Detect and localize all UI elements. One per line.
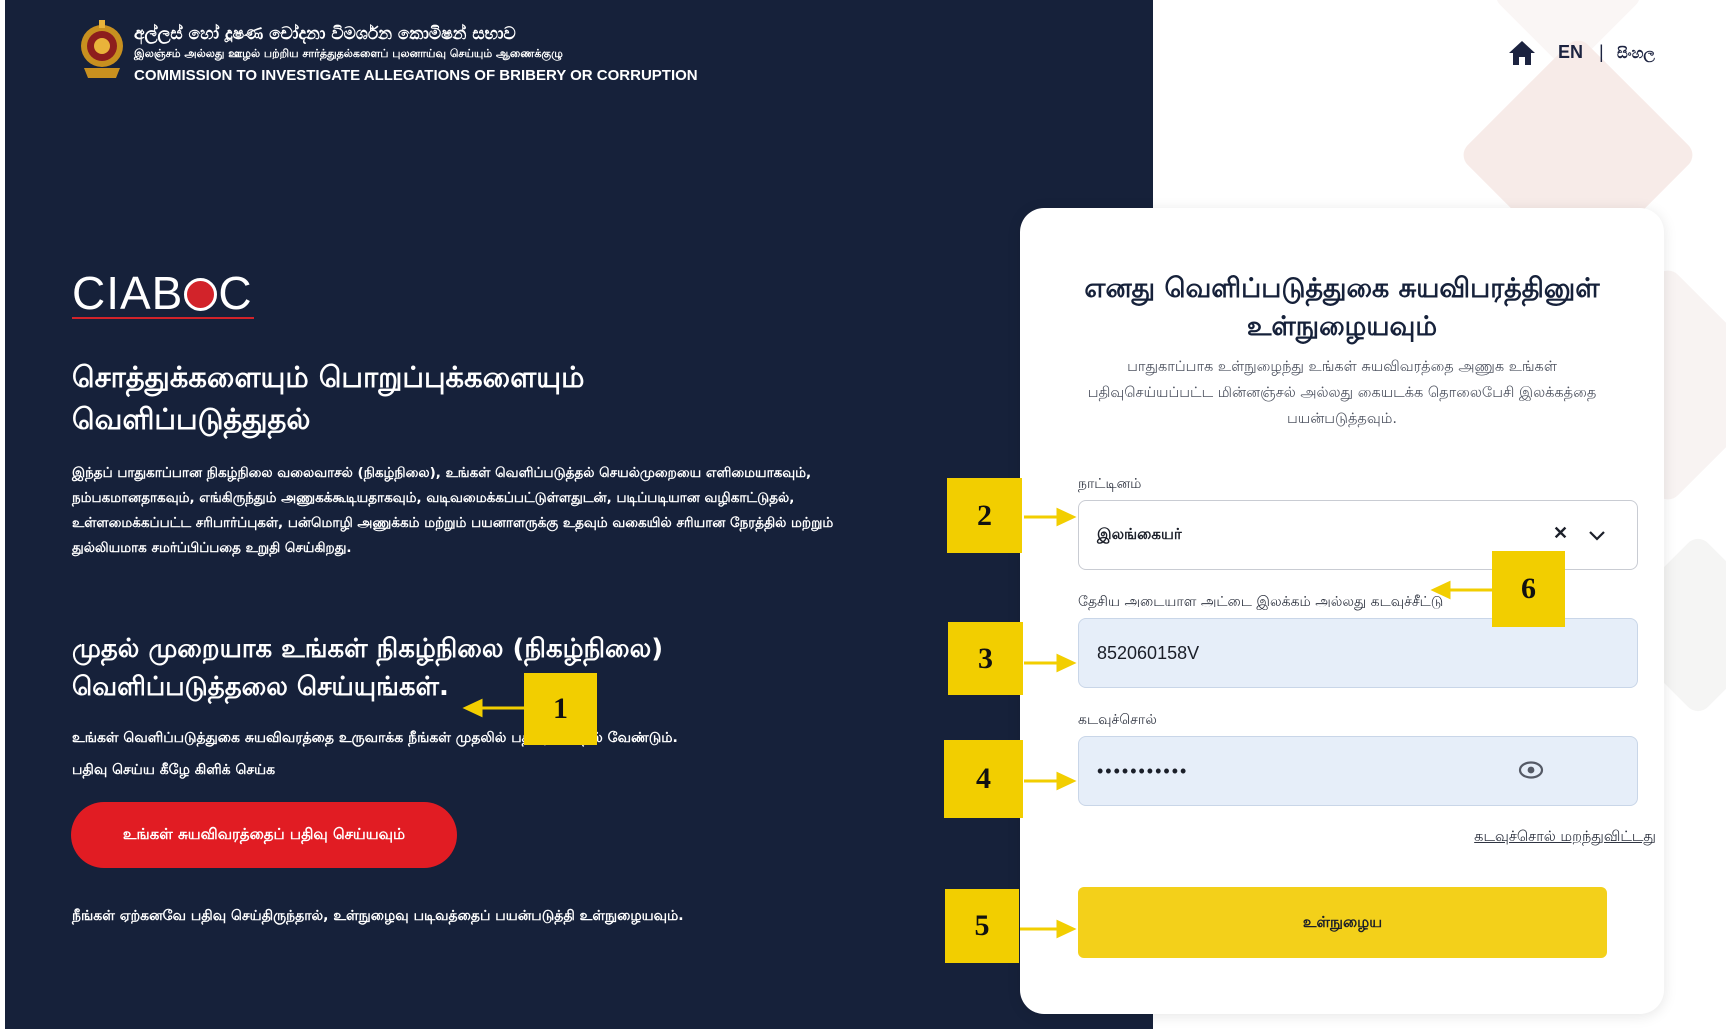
logo-text-prefix: CIAB (72, 267, 184, 319)
logo-underline (72, 317, 254, 319)
forgot-password-link[interactable]: கடவுச்சொல் மறந்துவிட்டது (1382, 829, 1656, 847)
annotation-marker-2: 2 (947, 478, 1022, 553)
logo-text-suffix: C (218, 267, 253, 319)
nic-input[interactable] (1078, 618, 1638, 688)
password-input[interactable] (1078, 736, 1638, 806)
annotation-marker-4: 4 (944, 740, 1023, 818)
annotation-marker-3: 3 (948, 622, 1023, 695)
org-name-tamil: இலஞ்சம் அல்லது ஊழல் பற்றிய சார்த்துதல்கள… (134, 47, 563, 60)
lang-separator: | (1599, 42, 1604, 62)
first-time-heading: முதல் முறையாக உங்கள் நிகழ்நிலை (நிகழ்நில… (72, 634, 664, 702)
eye-icon[interactable] (1518, 760, 1544, 780)
already-registered-text: நீங்கள் ஏற்கனவே பதிவு செய்திருந்தால், உள… (72, 908, 684, 924)
login-title: எனது வெளிப்படுத்துகை சுயவிபரத்தினுள் உள்… (1084, 273, 1600, 342)
login-subtitle: பாதுகாப்பாக உள்நுழைந்து உங்கள் சுயவிவரத்… (1087, 359, 1597, 427)
logo-dot-icon (184, 278, 218, 311)
login-button[interactable]: உள்நுழைய (1078, 887, 1607, 958)
ciaboc-logo: CIAB C (72, 270, 253, 316)
home-icon[interactable] (1508, 40, 1536, 66)
annotation-marker-6: 6 (1492, 551, 1565, 627)
chevron-down-icon[interactable] (1587, 525, 1607, 545)
nationality-label: நாட்டினம் (1078, 476, 1142, 492)
register-instructions: உங்கள் வெளிப்படுத்துகை சுயவிவரத்தை உருவா… (72, 722, 852, 786)
nationality-value: இலங்கையர் (1097, 525, 1182, 543)
clear-icon[interactable]: ✕ (1553, 523, 1568, 544)
register-button[interactable]: உங்கள் சுயவிவரத்தைப் பதிவு செய்யவும் (71, 802, 457, 868)
emblem-icon (81, 20, 123, 78)
intro-paragraph: இந்தப் பாதுகாப்பான நிகழ்நிலை வலைவாசல் (ந… (72, 465, 834, 556)
password-label: கடவுச்சொல் (1078, 712, 1157, 728)
register-text-2: பதிவு செய்ய கீழே கிளிக் செய்க (72, 762, 276, 778)
page-heading: சொத்துக்களையும் பொறுப்புக்களையும் வெளிப்… (72, 360, 585, 436)
org-name-english: COMMISSION TO INVESTIGATE ALLEGATIONS OF… (134, 67, 698, 84)
lang-en-link[interactable]: EN (1558, 42, 1583, 63)
org-name-sinhala: අල්ලස් හෝ දූෂණ චෝදනා විමර්ශන කොමිෂන් සභා… (134, 24, 516, 44)
register-text-1: உங்கள் வெளிப்படுத்துகை சுயவிவரத்தை உருவா… (72, 730, 678, 746)
lang-sinhala-link[interactable]: සිංහල (1617, 44, 1655, 62)
nic-label: தேசிய அடையாள அட்டை இலக்கம் அல்லது கடவுச்… (1078, 594, 1444, 610)
annotation-marker-1: 1 (524, 673, 597, 745)
annotation-marker-5: 5 (945, 889, 1019, 963)
